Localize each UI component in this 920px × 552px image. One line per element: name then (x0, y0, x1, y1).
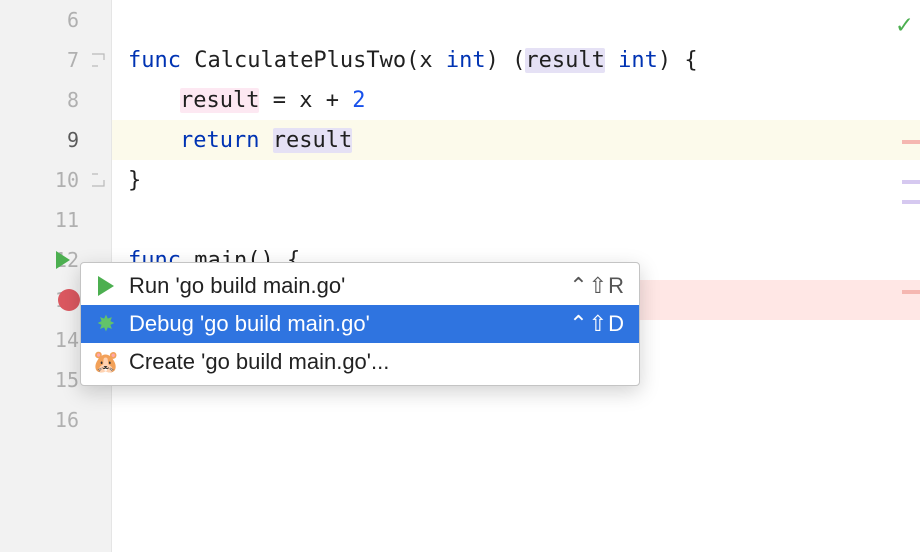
run-context-menu: Run 'go build main.go' ⌃⇧R ✸ Debug 'go b… (80, 262, 640, 386)
menu-item-label: Create 'go build main.go'... (129, 349, 613, 375)
line-number: 10 (55, 168, 79, 192)
stripe-marker[interactable] (902, 180, 920, 184)
identifier: CalculatePlusTwo (181, 48, 406, 73)
menu-item-shortcut: ⌃⇧R (569, 273, 625, 299)
code-editor: 6 7 8 9 10 11 12 13 14 15 16 (0, 0, 920, 552)
code-line[interactable] (112, 0, 920, 40)
return-name: result (525, 48, 604, 73)
line-number: 6 (67, 8, 79, 32)
bug-icon: ✸ (95, 313, 117, 335)
code-line[interactable]: result = x + 2 (112, 80, 920, 120)
fold-toggle-icon[interactable] (89, 51, 107, 69)
menu-item-run[interactable]: Run 'go build main.go' ⌃⇧R (81, 267, 639, 305)
code-text (605, 48, 618, 73)
line-number: 11 (55, 208, 79, 232)
gutter-line[interactable]: 7 (0, 40, 111, 80)
code-text: (x (406, 48, 446, 73)
error-stripe: ✓ (898, 0, 920, 552)
menu-item-debug[interactable]: ✸ Debug 'go build main.go' ⌃⇧D (81, 305, 639, 343)
line-number: 7 (67, 48, 79, 72)
code-line[interactable]: } (112, 160, 920, 200)
stripe-marker[interactable] (902, 290, 920, 294)
stripe-marker[interactable] (902, 140, 920, 144)
stripe-marker[interactable] (902, 200, 920, 204)
code-line-current[interactable]: return result (112, 120, 920, 160)
identifier: result (273, 128, 352, 153)
line-number: 9 (67, 128, 79, 152)
type: int (446, 48, 486, 73)
identifier: result (180, 88, 259, 113)
type: int (618, 48, 658, 73)
code-line[interactable] (112, 400, 920, 440)
code-text: ) ( (486, 48, 526, 73)
line-number: 16 (55, 408, 79, 432)
run-gutter-icon[interactable] (56, 251, 70, 269)
code-text: ) { (658, 48, 698, 73)
menu-item-shortcut: ⌃⇧D (569, 311, 625, 337)
gutter-line[interactable]: 9 (0, 120, 111, 160)
code-text: } (128, 168, 141, 193)
gutter-line[interactable]: 10 (0, 160, 111, 200)
gopher-icon: 🐹 (95, 351, 117, 373)
gutter-line[interactable]: 6 (0, 0, 111, 40)
code-text: = x + (259, 88, 352, 113)
code-line[interactable] (112, 200, 920, 240)
menu-item-label: Debug 'go build main.go' (129, 311, 557, 337)
run-icon (95, 275, 117, 297)
menu-item-label: Run 'go build main.go' (129, 273, 557, 299)
line-number: 8 (67, 88, 79, 112)
fold-toggle-icon[interactable] (89, 171, 107, 189)
breakpoint-icon[interactable] (58, 289, 80, 311)
keyword: func (128, 48, 181, 73)
inspection-ok-icon[interactable]: ✓ (896, 10, 912, 40)
gutter-line[interactable]: 16 (0, 400, 111, 440)
code-line[interactable]: func CalculatePlusTwo(x int) (result int… (112, 40, 920, 80)
gutter-line[interactable]: 8 (0, 80, 111, 120)
line-number: 14 (55, 328, 79, 352)
menu-item-create-config[interactable]: 🐹 Create 'go build main.go'... (81, 343, 639, 381)
keyword: return (180, 128, 259, 153)
number-literal: 2 (352, 88, 365, 113)
line-number: 15 (55, 368, 79, 392)
code-text (259, 128, 272, 153)
gutter-line[interactable]: 11 (0, 200, 111, 240)
